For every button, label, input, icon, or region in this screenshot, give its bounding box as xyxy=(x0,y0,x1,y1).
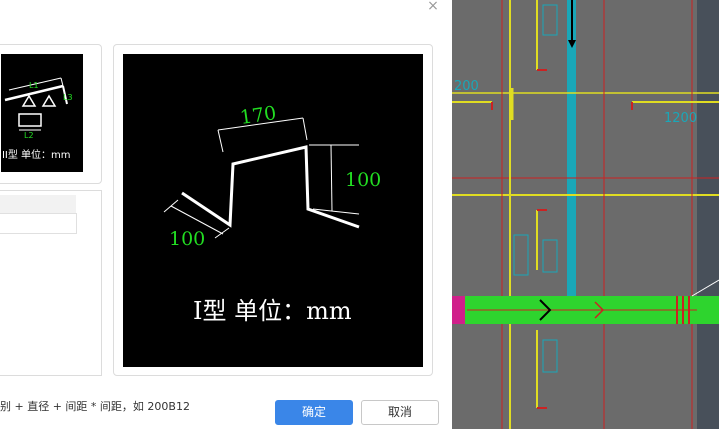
dim-left: 100 xyxy=(169,228,205,250)
table-header xyxy=(0,195,76,214)
type1-preview-card[interactable]: 170 100 100 I型 单位：mm xyxy=(113,44,433,376)
input-hint: 别 + 直径 + 间距 * 间距，如 200B12 xyxy=(0,400,190,413)
cad-dim-label: 200 xyxy=(454,79,479,94)
type1-preview-image: 170 100 100 I型 单位：mm xyxy=(123,54,423,367)
type3-preview-card[interactable]: L1 L3 L2 III型 单位：mm xyxy=(0,44,102,184)
dim-right: 100 xyxy=(345,169,381,191)
type3-caption: III型 单位：mm xyxy=(1,148,71,161)
cad-canvas[interactable]: 200 1200 xyxy=(452,0,719,429)
type3-preview-image: L1 L3 L2 III型 单位：mm xyxy=(0,54,83,172)
l2-label: L2 xyxy=(24,131,34,140)
param-table xyxy=(0,190,102,376)
cad-dim-label: 1200 xyxy=(664,111,697,126)
type3-diagram: L1 L3 L2 III型 单位：mm xyxy=(0,77,73,161)
right-strip xyxy=(697,0,719,429)
cancel-button[interactable]: 取消 xyxy=(361,400,439,425)
close-icon[interactable]: × xyxy=(424,0,442,14)
type1-diagram: 170 100 100 I型 单位：mm xyxy=(163,102,381,325)
l3-label: L3 xyxy=(63,93,73,102)
l1-label: L1 xyxy=(29,81,39,90)
type1-caption: I型 单位：mm xyxy=(193,297,352,325)
ok-button[interactable]: 确定 xyxy=(275,400,353,425)
rebar-style-dialog: × L1 L3 L2 III型 单位：mm 170 100 100 I型 单位：… xyxy=(0,0,452,429)
table-row[interactable] xyxy=(0,213,77,234)
dim-top: 170 xyxy=(239,102,278,129)
